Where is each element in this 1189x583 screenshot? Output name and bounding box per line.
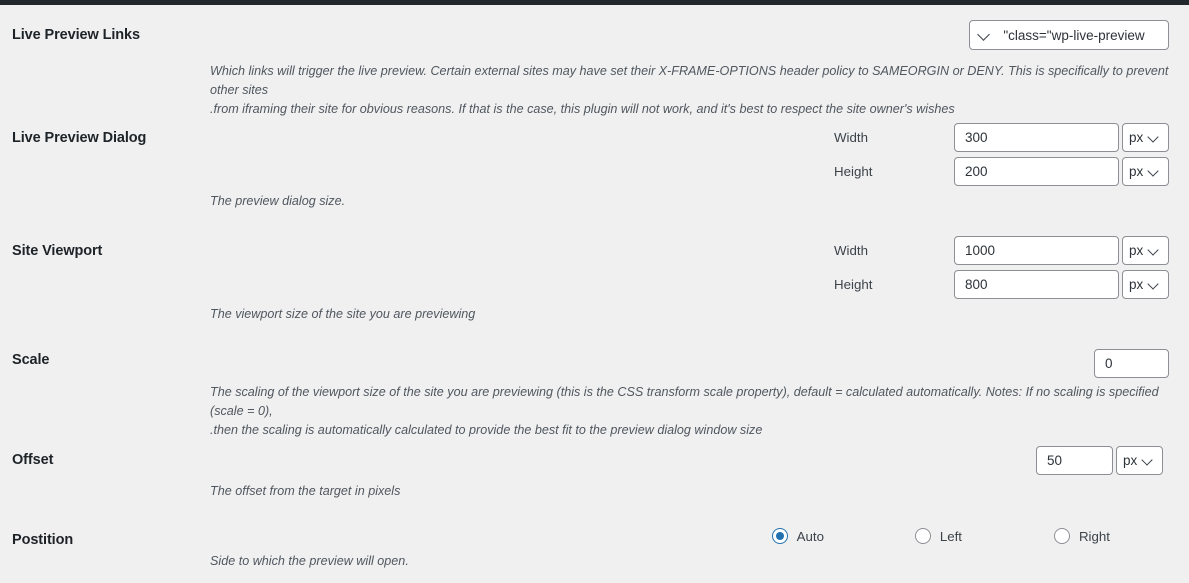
live-preview-links-select-value: "class="wp-live-preview [1003, 27, 1145, 43]
viewport-width-control: px [954, 236, 1169, 265]
section-title-scale: Scale [12, 352, 50, 368]
viewport-height-label: Height [834, 277, 873, 292]
viewport-height-input[interactable] [954, 270, 1119, 299]
scale-control [1094, 349, 1169, 378]
offset-description: The offset from the target in pixels [210, 484, 401, 498]
description-line-2: .from iframing their site for obvious re… [210, 102, 955, 116]
position-description: .Side to which the preview will open [210, 554, 409, 568]
position-option-left-radio[interactable] [914, 528, 931, 544]
chevron-down-icon [1148, 166, 1159, 177]
viewport-width-label: Width [834, 243, 868, 258]
dialog-height-control: px [954, 157, 1169, 186]
dialog-height-unit-label: px [1129, 163, 1144, 179]
position-option-left[interactable]: Left [914, 528, 962, 544]
chevron-down-icon [978, 29, 990, 41]
position-option-auto-label: Auto [796, 528, 824, 544]
offset-unit-select[interactable]: px [1116, 446, 1163, 475]
viewport-height-unit-select[interactable]: px [1122, 270, 1169, 299]
description-line-2: .then the scaling is automatically calcu… [210, 423, 763, 437]
position-option-left-label: Left [939, 528, 962, 544]
viewport-height-unit-label: px [1129, 276, 1144, 292]
section-title-position: Postition [12, 532, 74, 548]
offset-unit-label: px [1123, 452, 1138, 468]
live-preview-dialog-description: .The preview dialog size [210, 194, 346, 208]
viewport-width-unit-label: px [1129, 242, 1144, 258]
chevron-down-icon [1148, 279, 1159, 290]
position-option-right-radio[interactable] [1053, 528, 1070, 544]
dialog-width-label: Width [834, 130, 868, 145]
chevron-down-icon [1148, 245, 1159, 256]
description-line-1: Which links will trigger the live previe… [210, 64, 1169, 97]
dialog-width-unit-select[interactable]: px [1122, 123, 1169, 152]
description-line-1: The scaling of the viewport size of the … [210, 385, 1159, 418]
dialog-height-input[interactable] [954, 157, 1119, 186]
site-viewport-description: The viewport size of the site you are pr… [210, 307, 476, 321]
wp-admin-bar [0, 0, 1189, 5]
chevron-down-icon [1142, 455, 1153, 466]
scale-input[interactable] [1094, 349, 1169, 378]
settings-form: Live Preview Links "class="wp-live-previ… [0, 5, 1189, 583]
dialog-width-input[interactable] [954, 123, 1119, 152]
viewport-height-control: px [954, 270, 1169, 299]
dialog-width-control: px [954, 123, 1169, 152]
live-preview-links-description: Which links will trigger the live previe… [210, 62, 1169, 119]
offset-control: px [1036, 446, 1163, 475]
position-option-right[interactable]: Right [1053, 528, 1110, 544]
position-option-auto-radio[interactable] [771, 528, 788, 544]
section-title-offset: Offset [12, 452, 54, 468]
dialog-width-unit-label: px [1129, 129, 1144, 145]
chevron-down-icon [1148, 132, 1159, 143]
dialog-height-unit-select[interactable]: px [1122, 157, 1169, 186]
position-option-right-label: Right [1078, 528, 1110, 544]
position-option-auto[interactable]: Auto [771, 528, 824, 544]
viewport-width-input[interactable] [954, 236, 1119, 265]
dialog-height-label: Height [834, 164, 873, 179]
viewport-width-unit-select[interactable]: px [1122, 236, 1169, 265]
live-preview-links-select[interactable]: "class="wp-live-preview [969, 20, 1169, 50]
scale-description: The scaling of the viewport size of the … [210, 383, 1169, 440]
offset-input[interactable] [1036, 446, 1113, 475]
